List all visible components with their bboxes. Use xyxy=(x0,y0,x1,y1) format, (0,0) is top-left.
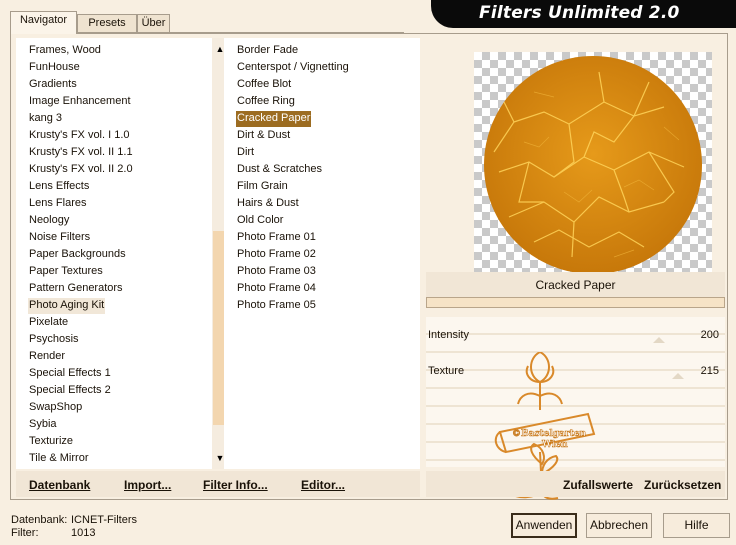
stamp-text-line1: ©Bastelgarten xyxy=(512,429,587,439)
random-values-button[interactable]: Zufallswerte xyxy=(563,478,633,492)
cancel-button[interactable]: Abbrechen xyxy=(586,513,652,538)
slider-marker-icon[interactable] xyxy=(653,337,665,343)
filter-item[interactable]: Dirt & Dust xyxy=(236,128,291,144)
filter-item[interactable]: Photo Frame 05 xyxy=(236,298,317,314)
category-item[interactable]: Frames, Wood xyxy=(28,43,102,59)
filter-item[interactable]: Hairs & Dust xyxy=(236,196,300,212)
category-item[interactable]: Paper Textures xyxy=(28,264,104,280)
category-item[interactable]: Tile & Mirror xyxy=(28,451,89,467)
reset-button[interactable]: Zurücksetzen xyxy=(644,478,721,492)
category-item[interactable]: Krusty's FX vol. I 1.0 xyxy=(28,128,131,144)
param-label: Intensity xyxy=(428,329,469,341)
category-item[interactable]: Pattern Generators xyxy=(28,281,124,297)
preview-canvas xyxy=(474,52,712,277)
category-item[interactable]: kang 3 xyxy=(28,111,63,127)
app-banner: Filters Unlimited 2.0 xyxy=(431,0,736,28)
filter-info-button[interactable]: Filter Info... xyxy=(203,478,268,492)
category-item[interactable]: Lens Flares xyxy=(28,196,87,212)
main-panel: Frames, Wood FunHouse Gradients Image Enhan… xyxy=(10,33,728,500)
category-item[interactable]: Neology xyxy=(28,213,70,229)
filter-item[interactable]: Photo Frame 02 xyxy=(236,247,317,263)
filter-item[interactable]: Dust & Scratches xyxy=(236,162,323,178)
slider-marker-icon[interactable] xyxy=(672,373,684,379)
filter-count-label: Filter: xyxy=(11,527,39,539)
database-value: ICNET-Filters xyxy=(71,514,137,526)
filter-item[interactable]: Centerspot / Vignetting xyxy=(236,60,350,76)
database-label: Datenbank: xyxy=(11,514,68,526)
category-item[interactable]: Paper Backgrounds xyxy=(28,247,127,263)
import-button[interactable]: Import... xyxy=(124,478,171,492)
tab-presets[interactable]: Presets xyxy=(77,14,137,33)
category-item[interactable]: Lens Effects xyxy=(28,179,90,195)
filter-list[interactable]: Border Fade Centerspot / Vignetting Coffee… xyxy=(224,38,420,469)
filter-item[interactable]: Photo Frame 04 xyxy=(236,281,317,297)
preview-progress-bar xyxy=(426,297,725,308)
category-item[interactable]: Render xyxy=(28,349,66,365)
filter-item[interactable]: Photo Frame 03 xyxy=(236,264,317,280)
filter-item[interactable]: Old Color xyxy=(236,213,284,229)
category-item[interactable]: Noise Filters xyxy=(28,230,91,246)
database-button[interactable]: Datenbank xyxy=(29,478,90,492)
filter-item[interactable]: Dirt xyxy=(236,145,255,161)
preview-image xyxy=(484,56,702,274)
category-item[interactable]: Photo Aging Kit xyxy=(28,298,106,314)
category-list[interactable]: Frames, Wood FunHouse Gradients Image Enhan… xyxy=(16,38,228,469)
tab-navigator[interactable]: Navigator xyxy=(10,11,77,34)
category-item[interactable]: Psychosis xyxy=(28,332,80,348)
tab-uber[interactable]: Über xyxy=(137,14,170,33)
category-item[interactable]: Gradients xyxy=(28,77,78,93)
category-item[interactable]: Pixelate xyxy=(28,315,69,331)
filter-item[interactable]: Coffee Ring xyxy=(236,94,296,110)
param-intensity[interactable]: Intensity 200 xyxy=(426,327,725,347)
category-item[interactable]: Krusty's FX vol. II 2.0 xyxy=(28,162,134,178)
category-item[interactable]: SwapShop xyxy=(28,400,83,416)
stamp-text-line2: Wien xyxy=(541,440,568,450)
filter-item[interactable]: Film Grain xyxy=(236,179,289,195)
param-value: 215 xyxy=(700,365,719,377)
preview-filter-name: Cracked Paper xyxy=(426,272,725,298)
param-label: Texture xyxy=(428,365,465,377)
filter-item[interactable]: Cracked Paper xyxy=(236,111,312,127)
help-button[interactable]: Hilfe xyxy=(663,513,730,538)
filter-item[interactable]: Photo Frame 01 xyxy=(236,230,317,246)
param-value: 200 xyxy=(700,329,719,341)
category-item[interactable]: Special Effects 1 xyxy=(28,366,112,382)
filter-item[interactable]: Coffee Blot xyxy=(236,77,292,93)
left-button-bar: Datenbank Import... Filter Info... Edito… xyxy=(16,471,420,497)
category-item[interactable]: Texturize xyxy=(28,434,74,450)
category-item[interactable]: Special Effects 2 xyxy=(28,383,112,399)
app-title: Filters Unlimited 2.0 xyxy=(479,3,680,23)
category-item[interactable]: FunHouse xyxy=(28,60,81,76)
filter-count-value: 1013 xyxy=(71,527,96,539)
apply-button[interactable]: Anwenden xyxy=(511,513,577,538)
editor-button[interactable]: Editor... xyxy=(301,478,345,492)
category-item[interactable]: Sybia xyxy=(28,417,58,433)
filter-item[interactable]: Border Fade xyxy=(236,43,299,59)
right-button-bar: Zufallswerte Zurücksetzen xyxy=(426,471,725,497)
category-item[interactable]: Krusty's FX vol. II 1.1 xyxy=(28,145,134,161)
category-item[interactable]: Image Enhancement xyxy=(28,94,132,110)
